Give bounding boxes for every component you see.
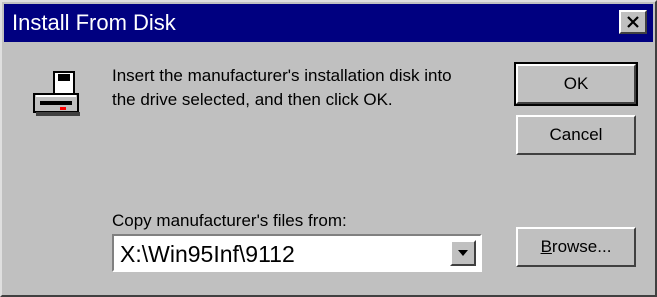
browse-accelerator: B [540,237,552,256]
window-title: Install From Disk [12,10,176,35]
ok-button[interactable]: OK [514,62,638,106]
chevron-down-icon [458,250,468,256]
copy-from-path[interactable]: X:\Win95Inf\9112 [120,240,295,268]
install-from-disk-dialog: Install From Disk Insert the manufacture… [0,0,657,297]
copy-from-label: Copy manufacturer's files from: [112,211,347,230]
close-icon [627,16,639,28]
cancel-button[interactable]: Cancel [516,115,636,155]
instruction-message: Insert the manufacturer's installation d… [112,64,482,112]
dropdown-button[interactable] [450,240,476,266]
title-bar[interactable]: Install From Disk [4,4,653,42]
browse-button[interactable]: Browse... [516,227,636,267]
instruction-line-1: Insert the manufacturer's installation d… [112,66,452,85]
instruction-line-2: the drive selected, and then click OK. [112,90,393,109]
browse-label: rowse... [551,237,612,256]
disk-drive-icon [33,71,80,116]
copy-from-combobox[interactable]: X:\Win95Inf\9112 [112,234,482,272]
close-button[interactable] [619,10,647,34]
